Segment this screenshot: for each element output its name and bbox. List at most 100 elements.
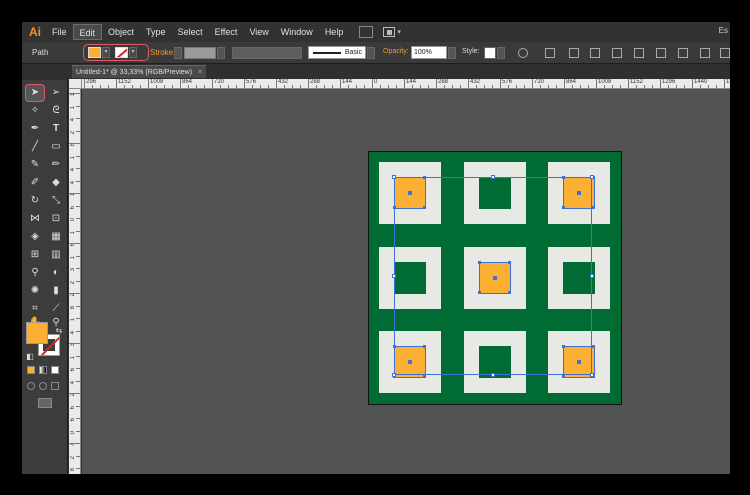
orange-square[interactable] [562, 345, 595, 378]
close-icon[interactable]: × [198, 69, 202, 76]
fill-dropdown[interactable]: ▾ [102, 47, 110, 58]
screen-mode-icon[interactable] [38, 398, 52, 408]
fill-swatch[interactable] [88, 47, 101, 58]
anchor-point[interactable] [423, 375, 426, 378]
pattern-tile[interactable] [464, 331, 526, 393]
brush-dropdown[interactable] [367, 47, 375, 59]
align-top-icon[interactable] [634, 48, 644, 58]
gradient-icon[interactable]: ▥ [49, 248, 63, 261]
graphic-style-swatch[interactable] [484, 47, 496, 59]
menu-type[interactable]: Type [140, 24, 172, 40]
anchor-point[interactable] [562, 345, 565, 348]
opacity-dropdown[interactable] [448, 47, 456, 59]
vertical-ruler[interactable]: 1142814416016132281431642660728 [69, 89, 81, 474]
anchor-point[interactable] [423, 176, 426, 179]
rectangle-icon[interactable]: ▭ [49, 140, 63, 153]
anchor-point[interactable] [592, 345, 595, 348]
gradient-mode-icon[interactable] [39, 366, 47, 374]
distribute-icon[interactable] [700, 48, 710, 58]
bridge-icon[interactable] [359, 26, 374, 38]
line-segment-icon[interactable]: ╱ [28, 140, 42, 153]
horizontal-ruler[interactable]: 296 1152 1008 864 720 576 432 288 144 0 144 288 432 5… [82, 79, 730, 89]
direct-selection-arrow-icon[interactable]: ➢ [49, 86, 63, 99]
menu-edit[interactable]: Edit [72, 24, 103, 40]
blob-brush-icon[interactable]: ✐ [28, 176, 42, 189]
recolor-artwork-icon[interactable] [518, 48, 528, 58]
artboard-icon[interactable]: ⌗ [28, 302, 42, 315]
stroke-weight-stepper[interactable] [174, 47, 182, 59]
width-icon[interactable]: ⋈ [28, 212, 42, 225]
align-vertical-center-icon[interactable] [656, 48, 666, 58]
brush-definition[interactable]: Basic [308, 46, 366, 59]
transform-icon[interactable] [720, 48, 730, 58]
orange-square[interactable] [393, 176, 426, 209]
stroke-weight-field[interactable] [184, 47, 216, 59]
menu-help[interactable]: Help [319, 24, 350, 40]
pattern-tile[interactable] [464, 247, 526, 309]
anchor-point[interactable] [562, 176, 565, 179]
green-square[interactable] [394, 262, 426, 294]
anchor-point[interactable] [478, 291, 481, 294]
anchor-point[interactable] [592, 375, 595, 378]
anchor-point[interactable] [393, 206, 396, 209]
anchor-point[interactable] [478, 261, 481, 264]
align-bottom-icon[interactable] [678, 48, 688, 58]
anchor-point[interactable] [393, 345, 396, 348]
orange-square[interactable] [478, 261, 511, 294]
eraser-icon[interactable]: ◆ [49, 176, 63, 189]
orange-square[interactable] [393, 345, 426, 378]
align-left-icon[interactable] [569, 48, 579, 58]
draw-behind-icon[interactable] [39, 382, 47, 390]
green-square[interactable] [479, 346, 511, 378]
menu-effect[interactable]: Effect [209, 24, 244, 40]
anchor-point[interactable] [592, 176, 595, 179]
align-right-icon[interactable] [612, 48, 622, 58]
anchor-point[interactable] [562, 375, 565, 378]
stroke-weight-dropdown[interactable] [217, 47, 225, 59]
pencil-icon[interactable]: ✏ [49, 158, 63, 171]
menu-object[interactable]: Object [102, 24, 140, 40]
stroke-label[interactable]: Stroke: [150, 48, 175, 57]
menu-select[interactable]: Select [172, 24, 209, 40]
pattern-tile[interactable] [548, 162, 610, 224]
pattern-tile[interactable] [548, 331, 610, 393]
shape-builder-icon[interactable]: ◈ [28, 230, 42, 243]
anchor-point[interactable] [423, 345, 426, 348]
pattern-tile[interactable] [548, 247, 610, 309]
default-colors-icon[interactable]: ◧ [23, 350, 37, 363]
color-mode-icon[interactable] [27, 366, 35, 374]
anchor-point[interactable] [508, 291, 511, 294]
menu-view[interactable]: View [243, 24, 274, 40]
lasso-icon[interactable]: ᘓ [49, 104, 63, 117]
draw-normal-icon[interactable] [27, 382, 35, 390]
arrange-documents-button[interactable]: ▾ [383, 27, 401, 37]
scale-icon[interactable]: ⤡ [49, 194, 63, 207]
orange-square[interactable] [562, 176, 595, 209]
align-options-icon[interactable] [545, 48, 555, 58]
blend-icon[interactable]: ◐ [49, 266, 63, 279]
anchor-point[interactable] [562, 206, 565, 209]
draw-inside-icon[interactable] [51, 382, 59, 390]
pattern-tile[interactable] [379, 331, 441, 393]
type-icon[interactable]: T [49, 122, 63, 135]
anchor-point[interactable] [592, 206, 595, 209]
symbol-sprayer-icon[interactable]: ✺ [28, 284, 42, 297]
stroke-dropdown[interactable]: ▾ [129, 47, 137, 58]
align-horizontal-center-icon[interactable] [590, 48, 600, 58]
ruler-origin[interactable] [69, 79, 82, 89]
pattern-tile[interactable] [464, 162, 526, 224]
pen-icon[interactable]: ✒ [28, 122, 42, 135]
stroke-swatch[interactable] [115, 47, 128, 58]
anchor-point[interactable] [423, 206, 426, 209]
green-square[interactable] [563, 262, 595, 294]
fill-color-box[interactable] [26, 322, 48, 344]
menu-window[interactable]: Window [275, 24, 319, 40]
workspace-switcher[interactable]: Es [719, 26, 728, 35]
anchor-point[interactable] [393, 176, 396, 179]
menu-file[interactable]: File [46, 24, 73, 40]
slice-icon[interactable]: ⟋ [49, 302, 63, 315]
canvas-area[interactable] [82, 89, 730, 474]
none-mode-icon[interactable] [51, 366, 59, 374]
mesh-icon[interactable]: ⊞ [28, 248, 42, 261]
pattern-tile[interactable] [379, 162, 441, 224]
